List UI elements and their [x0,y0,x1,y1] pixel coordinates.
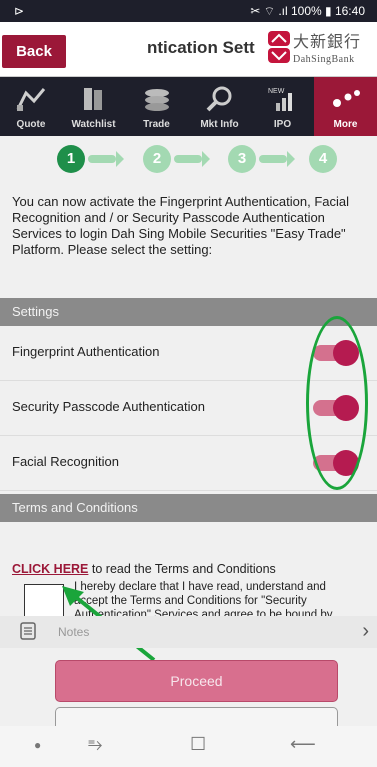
tab-quote-label: Quote [16,119,46,130]
app-header: Back ntication Sett 大新銀行 DahSingBank [0,22,377,77]
terms-section-header: Terms and Conditions [0,494,377,522]
secondary-button[interactable] [55,707,338,727]
step-arrow [259,151,295,167]
notes-row[interactable]: Notes › [0,616,377,648]
chevron-right-icon: › [362,620,369,642]
click-here-link[interactable]: CLICK HERE [12,562,88,576]
tab-trade[interactable]: Trade [125,77,188,136]
toggle-knob [333,450,359,476]
status-indicators: ✂ ⌔ .ıl 100% ▮ 16:40 [250,4,365,18]
status-bar: ⊳ ✂ ⌔ .ıl 100% ▮ 16:40 [0,0,377,22]
setting-row-fingerprint: Fingerprint Authentication [0,326,377,381]
settings-section-header: Settings [0,298,377,326]
main-tab-bar: Quote Watchlist Trade Mkt Info NEW IPO M… [0,77,377,136]
intro-text: You can now activate the Fingerprint Aut… [12,194,350,257]
setting-label: Facial Recognition [12,454,119,469]
step-3: 3 [228,145,256,173]
bank-name-english: DahSingBank [293,54,355,65]
magnifier-icon [206,86,231,112]
back-nav-icon[interactable]: ⟵ [290,734,316,755]
facial-toggle[interactable] [313,450,359,476]
toggle-knob [333,395,359,421]
step-1: 1 [57,145,85,173]
notes-label: Notes [58,625,90,639]
bank-name-chinese: 大新銀行 [293,32,362,51]
setting-row-passcode: Security Passcode Authentication [0,381,377,436]
toggle-knob [333,340,359,366]
passcode-toggle[interactable] [313,395,359,421]
quote-icon [16,88,46,111]
bank-logo-mark-icon [268,31,290,63]
step-2: 2 [143,145,171,173]
terms-link-line: CLICK HERE to read the Terms and Conditi… [12,562,364,576]
tab-trade-label: Trade [143,119,170,130]
setting-label: Security Passcode Authentication [12,399,205,414]
setting-label: Fingerprint Authentication [12,344,160,359]
recent-apps-icon[interactable]: ⥱ [88,734,102,755]
proceed-button[interactable]: Proceed [55,660,338,702]
home-icon[interactable]: ☐ [190,734,206,755]
bank-logo: 大新銀行 DahSingBank [267,26,371,72]
step-indicator: 1 2 3 4 [0,136,377,182]
svg-text:NEW: NEW [268,88,285,95]
step-arrow [174,151,210,167]
tab-watchlist[interactable]: Watchlist [62,77,125,136]
watchlist-icon [83,88,102,110]
tab-watchlist-label: Watchlist [71,119,116,130]
trade-icon [144,89,169,111]
tab-mkt-info[interactable]: Mkt Info [188,77,251,136]
back-button[interactable]: Back [2,35,66,68]
tab-ipo-label: IPO [273,119,292,130]
tab-ipo[interactable]: NEW IPO [251,77,314,136]
step-arrow [88,151,124,167]
ipo-chart-icon: NEW [268,88,292,111]
tab-more-label: More [333,119,358,130]
tab-quote[interactable]: Quote [0,77,62,136]
terms-read-text: to read the Terms and Conditions [88,562,276,576]
tab-more[interactable]: More [314,77,377,136]
document-icon [20,622,36,640]
setting-row-facial: Facial Recognition [0,436,377,491]
page-title: ntication Sett [147,38,255,57]
nav-dot-icon: ● [34,738,42,752]
notification-icon: ⊳ [14,4,25,18]
more-dots-icon [332,90,360,107]
system-nav-bar: ● ⥱ ☐ ⟵ [0,726,377,767]
fingerprint-toggle[interactable] [313,340,359,366]
step-4: 4 [309,145,337,173]
tab-mkt-info-label: Mkt Info [200,119,239,130]
